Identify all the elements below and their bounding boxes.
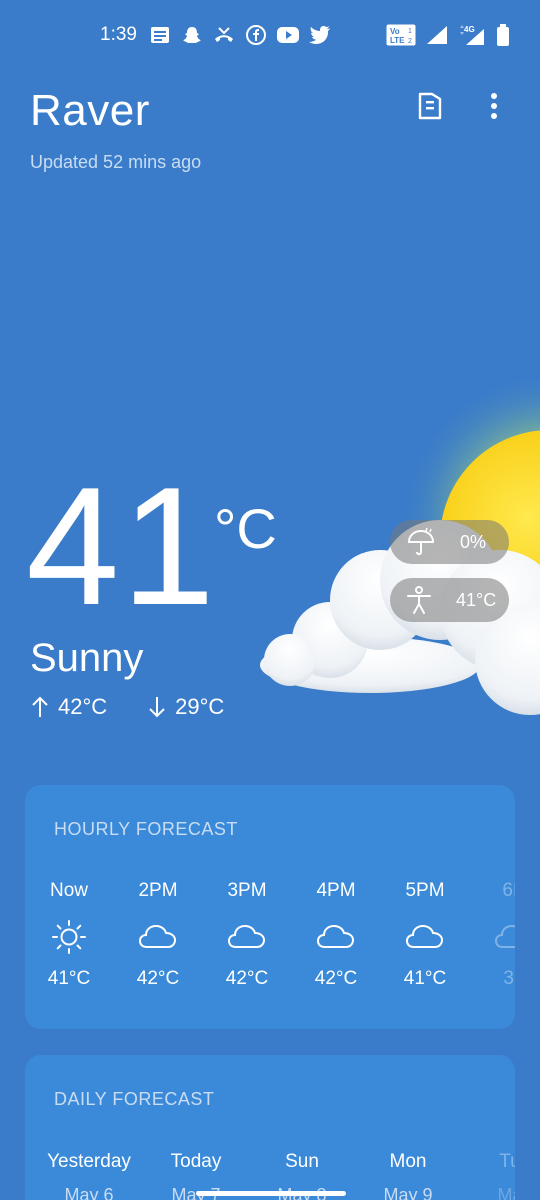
hour-label: 3PM: [227, 880, 267, 901]
precipitation-value: 0%: [460, 531, 487, 552]
hour-item-4pm: 4PM 42°C: [291, 880, 381, 990]
city-list-button[interactable]: [412, 88, 448, 124]
arrow-down-icon: [149, 697, 165, 718]
person-icon: [407, 586, 431, 614]
umbrella-rain-icon: [407, 527, 435, 556]
feels-like-value: 41°C: [456, 589, 497, 610]
svg-text:LTE: LTE: [390, 36, 405, 45]
snapchat-icon: [180, 24, 204, 46]
status-bar: 1:39 Vo LTE 1 2 4G: [0, 0, 540, 70]
hour-item-5pm: 5PM 41°C: [380, 880, 470, 990]
volte-icon: Vo LTE 1 2: [386, 24, 416, 51]
hour-label: 6P: [502, 880, 515, 901]
system-icons: Vo LTE 1 2 4G: [386, 24, 510, 51]
cloud-icon: [494, 924, 515, 948]
hour-item-3pm: 3PM 42°C: [202, 880, 292, 990]
hour-item-now: Now 41°C: [25, 880, 114, 990]
hour-temp: 41°C: [403, 968, 447, 989]
hour-label: Now: [49, 880, 88, 901]
day-name: Sun: [285, 1151, 319, 1172]
hour-item-6pm: 6P 39: [469, 880, 515, 990]
daily-forecast-title: DAILY FORECAST: [54, 1089, 215, 1109]
hour-item-2pm: 2PM 42°C: [113, 880, 203, 990]
hour-temp: 42°C: [225, 968, 269, 989]
daily-forecast-card[interactable]: DAILY FORECAST Yesterday May 6 Today May…: [25, 1055, 515, 1200]
facebook-icon: [244, 24, 268, 46]
network-4g-icon: 4G: [458, 24, 486, 51]
svg-text:4G: 4G: [464, 25, 475, 34]
more-options-button[interactable]: [476, 88, 512, 124]
cloud-icon: [405, 924, 444, 948]
hour-label: 5PM: [405, 880, 445, 901]
svg-text:2: 2: [408, 38, 412, 45]
precipitation-pill: 0%: [390, 520, 509, 564]
location-name: Raver: [30, 86, 150, 135]
day-name: Yesterday: [47, 1151, 131, 1172]
hourly-forecast-title: HOURLY FORECAST: [54, 819, 238, 839]
news-icon: [148, 24, 172, 46]
hour-label: 4PM: [316, 880, 356, 901]
hour-temp: 42°C: [136, 968, 180, 989]
feels-like-pill: 41°C: [390, 578, 509, 622]
cloud-icon: [316, 924, 355, 948]
city-list-icon: [418, 92, 442, 120]
day-date: Ma: [497, 1185, 515, 1200]
day-name: Mon: [389, 1151, 427, 1172]
svg-text:1: 1: [408, 28, 412, 35]
battery-icon: [496, 24, 510, 51]
day-name: Today: [170, 1151, 222, 1172]
sun-icon: [52, 920, 86, 954]
day-name: Tu: [499, 1151, 515, 1172]
weather-condition: Sunny: [30, 636, 144, 680]
current-temperature: 41: [26, 452, 217, 640]
cloud-icon: [227, 924, 266, 948]
day-item-mon: Mon May 9: [353, 1151, 463, 1200]
temperature-unit: °C: [214, 497, 277, 560]
high-temp: 42°C: [30, 694, 107, 720]
status-time: 1:39: [100, 24, 137, 45]
day-date: May 9: [383, 1185, 433, 1200]
hour-temp: 42°C: [314, 968, 358, 989]
hourly-forecast-card[interactable]: HOURLY FORECAST Now 41°C 2PM 42°C 3PM 42…: [25, 785, 515, 1029]
notification-icons: [148, 24, 332, 46]
hour-temp: 39: [503, 968, 515, 989]
high-temp-value: 42°C: [58, 694, 108, 719]
home-indicator[interactable]: [196, 1191, 346, 1196]
signal-icon: [426, 25, 448, 50]
day-date: May 6: [64, 1185, 114, 1200]
arrow-up-icon: [32, 696, 48, 717]
cloud-icon: [138, 924, 177, 948]
low-temp: 29°C: [147, 694, 224, 720]
low-temp-value: 29°C: [175, 694, 225, 719]
missed-call-icon: [212, 24, 236, 46]
day-item-yesterday: Yesterday May 6: [34, 1151, 144, 1200]
more-vert-icon: [491, 93, 497, 119]
youtube-icon: [276, 24, 300, 46]
day-item-tue: Tu Ma: [455, 1151, 515, 1200]
hour-label: 2PM: [138, 880, 178, 901]
twitter-icon: [308, 24, 332, 46]
updated-time: Updated 52 mins ago: [30, 152, 202, 172]
high-low: 42°C 29°C: [30, 694, 224, 720]
svg-text:Vo: Vo: [390, 27, 400, 36]
hour-temp: 41°C: [47, 968, 91, 989]
